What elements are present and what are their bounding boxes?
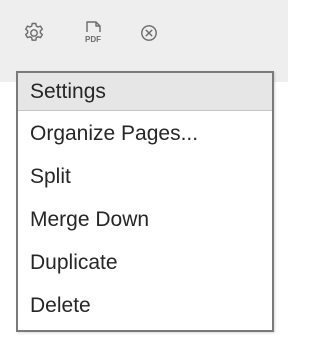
menu-item-label: Delete xyxy=(30,294,91,317)
menu-item-label: Settings xyxy=(30,79,106,103)
pdf-file-icon[interactable]: PDF xyxy=(80,19,106,45)
menu-item-label: Duplicate xyxy=(30,251,118,274)
menu-item-organize-pages[interactable]: Organize Pages... xyxy=(18,114,272,154)
menu-item-settings[interactable]: Settings xyxy=(18,73,272,111)
menu-item-merge-down[interactable]: Merge Down xyxy=(18,200,272,240)
menu-item-delete[interactable]: Delete xyxy=(18,286,272,326)
close-circle-icon[interactable] xyxy=(136,20,162,46)
gear-icon[interactable] xyxy=(21,20,47,46)
menu-item-label: Organize Pages... xyxy=(30,122,199,145)
pdf-file-icon-graphic: PDF xyxy=(85,21,101,44)
menu-item-label: Split xyxy=(30,165,71,188)
close-circle-icon-graphic xyxy=(141,25,157,41)
context-menu: Settings Organize Pages... Split Merge D… xyxy=(16,71,274,332)
pdf-icon-text: PDF xyxy=(85,35,101,44)
menu-item-label: Merge Down xyxy=(30,208,150,231)
menu-item-duplicate[interactable]: Duplicate xyxy=(18,243,272,283)
menu-item-split[interactable]: Split xyxy=(18,157,272,197)
gear-icon-graphic xyxy=(25,22,43,41)
toolbar: PDF xyxy=(0,0,288,82)
